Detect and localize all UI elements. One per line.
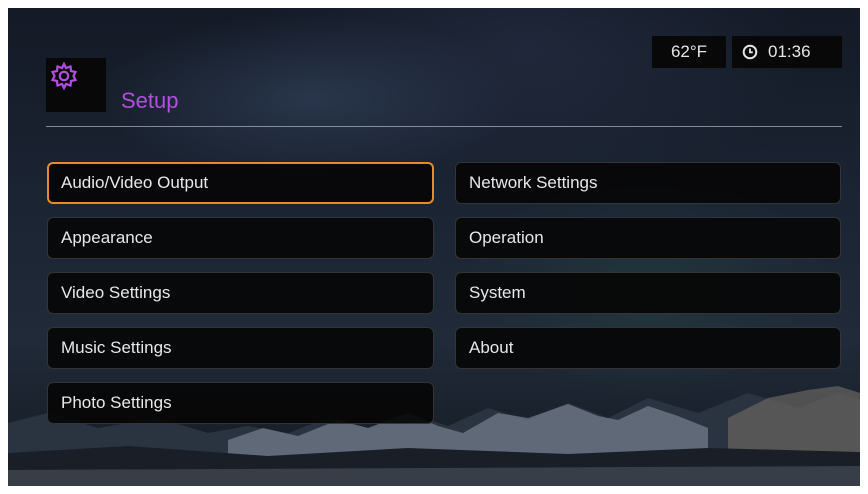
menu-item-label: Operation <box>469 228 544 247</box>
menu-item-label: System <box>469 283 526 302</box>
menu-about[interactable]: About <box>455 327 841 369</box>
clock-time: 01:36 <box>768 42 811 61</box>
menu-item-label: Photo Settings <box>61 393 172 412</box>
gear-icon <box>50 61 78 91</box>
menu-video-settings[interactable]: Video Settings <box>47 272 434 314</box>
menu-item-label: Audio/Video Output <box>61 173 209 192</box>
menu-network-settings[interactable]: Network Settings <box>455 162 841 204</box>
menu-item-label: Network Settings <box>469 173 598 192</box>
clock-readout: 01:36 <box>732 36 842 68</box>
menu-system[interactable]: System <box>455 272 841 314</box>
menu-appearance[interactable]: Appearance <box>47 217 434 259</box>
menu-item-label: Appearance <box>61 228 153 247</box>
page-title: Setup <box>121 88 179 113</box>
header-divider <box>46 126 842 127</box>
menu-item-label: About <box>469 338 514 357</box>
menu-photo-settings[interactable]: Photo Settings <box>47 382 434 424</box>
setup-screen: Setup 62°F 01:36 Audio/Video Output Appe… <box>8 8 860 486</box>
menu-operation[interactable]: Operation <box>455 217 841 259</box>
clock-icon <box>742 44 758 60</box>
menu-item-label: Video Settings <box>61 283 171 302</box>
menu-audio-video-output[interactable]: Audio/Video Output <box>47 162 434 204</box>
menu-music-settings[interactable]: Music Settings <box>47 327 434 369</box>
temperature-readout: 62°F <box>652 36 726 68</box>
menu-item-label: Music Settings <box>61 338 172 357</box>
